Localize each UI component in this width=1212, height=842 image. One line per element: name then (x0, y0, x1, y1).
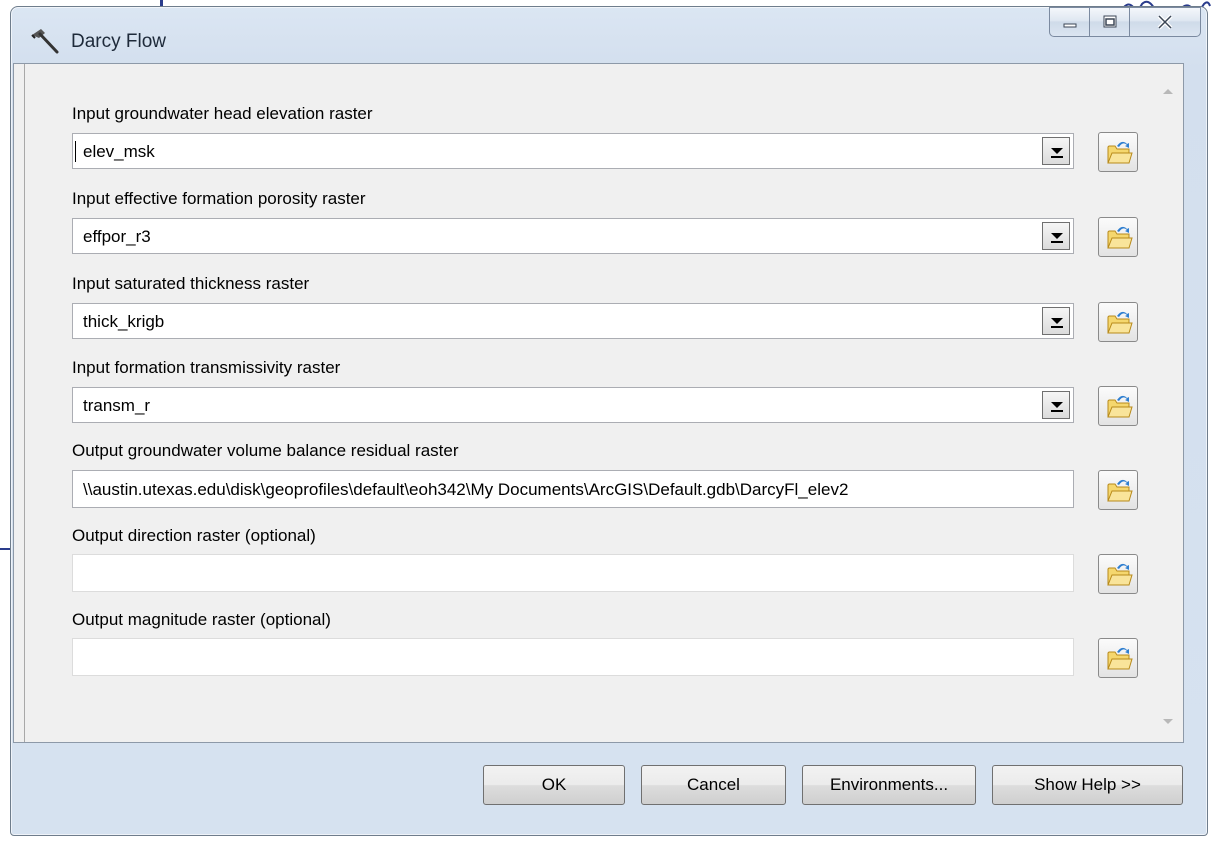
dropdown-button[interactable] (1042, 222, 1070, 250)
ok-button[interactable]: OK (483, 765, 625, 805)
dropdown-bar (1051, 326, 1063, 328)
open-folder-icon (1107, 563, 1133, 586)
scroll-down-icon[interactable] (1161, 717, 1175, 727)
browse-thickness-button[interactable] (1098, 302, 1138, 342)
dropdown-button[interactable] (1042, 137, 1070, 165)
transmissivity-combo[interactable]: transm_r (72, 387, 1074, 423)
window-controls (1049, 7, 1201, 39)
open-folder-icon (1107, 395, 1133, 418)
title-bar[interactable]: Darcy Flow (11, 7, 1207, 67)
parameters-panel: Input groundwater head elevation raster … (13, 63, 1184, 743)
browse-porosity-button[interactable] (1098, 217, 1138, 257)
browse-direction-button[interactable] (1098, 554, 1138, 594)
minimize-button[interactable] (1049, 7, 1089, 37)
thickness-combo[interactable]: thick_krigb (72, 303, 1074, 339)
volume-balance-output-field[interactable]: \\austin.utexas.edu\disk\geoprofiles\def… (72, 470, 1074, 508)
porosity-combo[interactable]: effpor_r3 (72, 218, 1074, 254)
volume-balance-output-value: \\austin.utexas.edu\disk\geoprofiles\def… (83, 480, 849, 499)
close-icon (1157, 14, 1173, 30)
browse-magnitude-button[interactable] (1098, 638, 1138, 678)
dropdown-arrow-icon (1051, 318, 1063, 324)
dropdown-arrow-icon (1051, 233, 1063, 239)
text-cursor (75, 141, 76, 162)
browse-transmissivity-button[interactable] (1098, 386, 1138, 426)
dropdown-bar (1051, 156, 1063, 158)
scroll-up-icon[interactable] (1161, 86, 1175, 96)
field-label-magnitude: Output magnitude raster (optional) (72, 610, 331, 629)
hammer-icon (31, 29, 59, 54)
dropdown-button[interactable] (1042, 307, 1070, 335)
field-label-head-elevation: Input groundwater head elevation raster (72, 104, 373, 123)
browse-volume-balance-button[interactable] (1098, 470, 1138, 510)
field-label-transmissivity: Input formation transmissivity raster (72, 358, 341, 377)
open-folder-icon (1107, 226, 1133, 249)
browse-head-elevation-button[interactable] (1098, 132, 1138, 172)
field-label-volume-balance: Output groundwater volume balance residu… (72, 441, 459, 460)
dropdown-button[interactable] (1042, 391, 1070, 419)
direction-output-field[interactable] (72, 554, 1074, 592)
dropdown-arrow-icon (1051, 402, 1063, 408)
open-folder-icon (1107, 647, 1133, 670)
thickness-value: thick_krigb (83, 312, 165, 331)
head-elevation-combo[interactable]: elev_msk (72, 133, 1074, 169)
open-folder-icon (1107, 311, 1133, 334)
porosity-value: effpor_r3 (83, 227, 151, 246)
dropdown-arrow-icon (1051, 148, 1063, 154)
show-help-button[interactable]: Show Help >> (992, 765, 1183, 805)
dropdown-bar (1051, 241, 1063, 243)
field-label-thickness: Input saturated thickness raster (72, 274, 310, 293)
cancel-button[interactable]: Cancel (641, 765, 786, 805)
magnitude-output-field[interactable] (72, 638, 1074, 676)
maximize-icon (1103, 15, 1116, 28)
open-folder-icon (1107, 141, 1133, 164)
parameters-area: Input groundwater head elevation raster … (24, 64, 1150, 742)
maximize-button[interactable] (1089, 7, 1129, 37)
minimize-icon (1063, 23, 1076, 28)
head-elevation-value: elev_msk (83, 142, 155, 161)
window-title: Darcy Flow (71, 31, 167, 52)
close-button[interactable] (1129, 7, 1201, 37)
environments-button[interactable]: Environments... (802, 765, 976, 805)
dropdown-bar (1051, 410, 1063, 412)
open-folder-icon (1107, 479, 1133, 502)
vertical-scrollbar[interactable] (1153, 64, 1183, 742)
transmissivity-value: transm_r (83, 396, 151, 415)
field-label-porosity: Input effective formation porosity raste… (72, 189, 366, 208)
field-label-direction: Output direction raster (optional) (72, 526, 316, 545)
